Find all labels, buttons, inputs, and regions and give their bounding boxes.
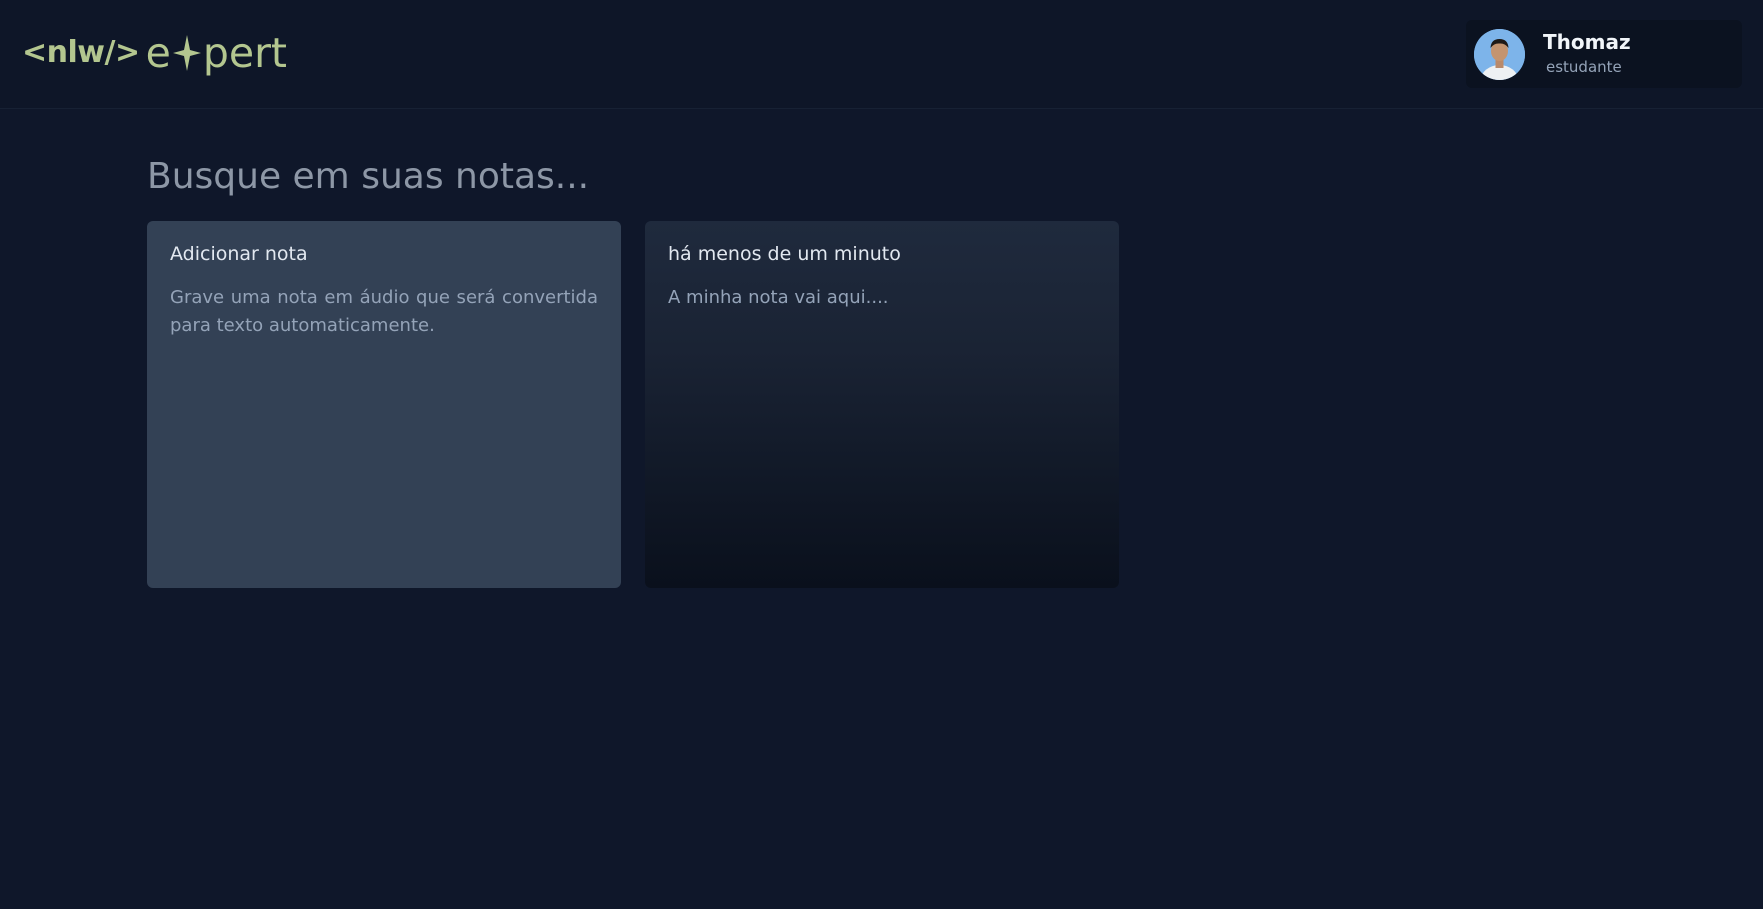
note-card[interactable]: há menos de um minuto A minha nota vai a… [645, 221, 1119, 588]
note-date: há menos de um minuto [668, 243, 901, 265]
profile-role: estudante [1546, 58, 1622, 76]
note-content: A minha nota vai aqui.... [668, 287, 889, 308]
add-note-description: Grave uma nota em áudio que será convert… [170, 287, 598, 336]
logo-wordmark: e pert [146, 28, 287, 78]
add-note-title: Adicionar nota [170, 243, 308, 265]
logo-code-text: <nlw/> [22, 35, 140, 70]
avatar [1474, 29, 1525, 80]
logo-word-start: e [145, 29, 171, 77]
search-input[interactable] [147, 148, 747, 204]
add-note-card[interactable]: Adicionar nota Grave uma nota em áudio q… [147, 221, 621, 588]
profile-name: Thomaz [1543, 30, 1631, 54]
user-profile-card[interactable]: Thomaz estudante [1466, 20, 1742, 88]
nlw-expert-logo: <nlw/> e pert [22, 28, 287, 78]
logo-word-end: pert [202, 29, 288, 77]
sparkle-icon [172, 28, 202, 78]
app-header: <nlw/> e pert Thomaz estudante [0, 0, 1763, 109]
